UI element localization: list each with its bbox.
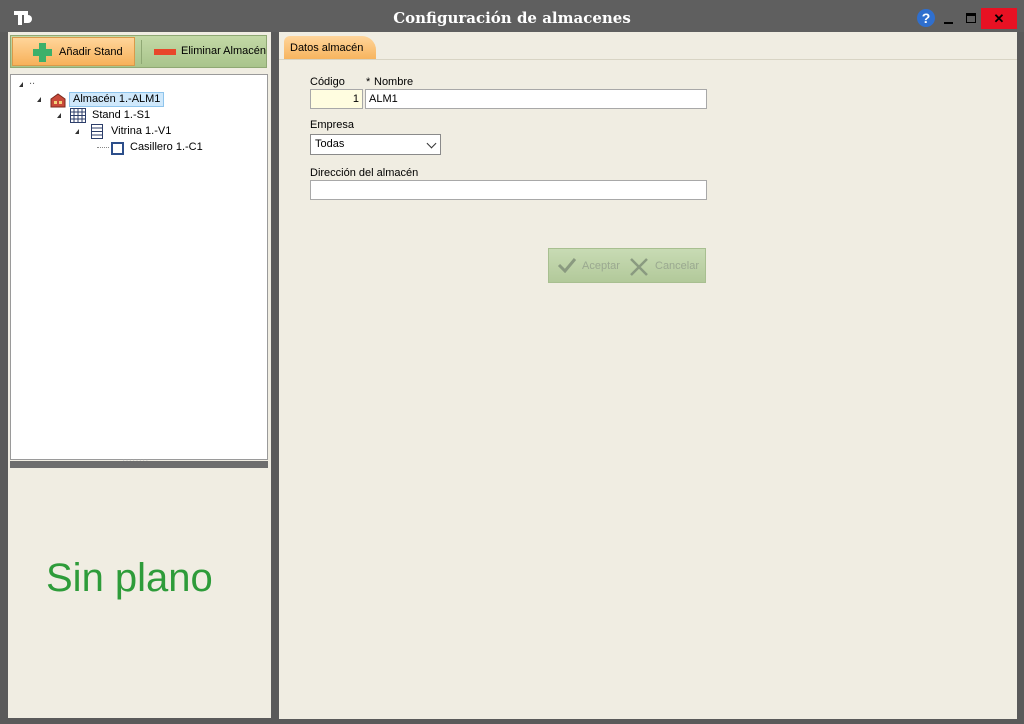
code-field[interactable]: 1 — [310, 89, 363, 109]
cancel-button[interactable]: Cancelar — [624, 249, 706, 282]
tree-node-label: Stand 1.-S1 — [92, 109, 151, 121]
horizontal-splitter[interactable] — [10, 455, 268, 468]
close-button[interactable]: ✕ — [981, 8, 1017, 29]
minus-icon — [154, 49, 176, 55]
expand-arrow-icon[interactable] — [57, 113, 61, 118]
tree-toolbar: Añadir Stand Eliminar Almacén — [10, 35, 267, 68]
add-stand-button[interactable]: Añadir Stand — [12, 37, 135, 66]
required-mark: * — [366, 76, 371, 88]
check-icon — [557, 258, 577, 273]
delete-warehouse-label: Eliminar Almacén — [181, 45, 266, 57]
tab-datos-almacen[interactable]: Datos almacén — [284, 36, 376, 59]
square-icon — [111, 142, 124, 155]
minimize-button[interactable] — [940, 8, 958, 26]
tree-node-label: Vitrina 1.-V1 — [111, 125, 172, 137]
tree-node-label: Casillero 1.-C1 — [130, 141, 203, 153]
name-label: Nombre — [374, 76, 414, 88]
plan-area: Sin plano — [10, 468, 268, 716]
tree-connector — [97, 147, 109, 148]
shelf-icon — [91, 124, 103, 139]
grid-icon — [70, 108, 86, 123]
action-buttons: Aceptar Cancelar — [548, 248, 706, 283]
right-panel: Datos almacén Código * Nombre 1 ALM1 Emp… — [279, 32, 1017, 719]
chevron-down-icon — [426, 138, 437, 149]
accept-button[interactable]: Aceptar — [549, 249, 624, 282]
address-label: Dirección del almacén — [310, 167, 419, 179]
tree-node-label: Almacén 1.-ALM1 — [69, 92, 165, 107]
company-select-value: Todas — [315, 138, 345, 150]
cancel-label: Cancelar — [655, 260, 700, 272]
delete-warehouse-button[interactable]: Eliminar Almacén — [144, 37, 266, 66]
toolbar-separator — [141, 40, 142, 64]
maximize-button[interactable] — [962, 8, 980, 26]
warehouse-icon — [50, 93, 66, 108]
title-bar: Configuración de almacenes ? ✕ — [0, 0, 1024, 32]
help-button[interactable]: ? — [917, 9, 935, 27]
company-label: Empresa — [310, 119, 355, 131]
name-field[interactable]: ALM1 — [365, 89, 707, 109]
plus-icon — [33, 43, 52, 62]
code-label: Código — [310, 76, 345, 88]
expand-arrow-icon[interactable] — [37, 97, 41, 102]
address-field[interactable] — [310, 180, 707, 200]
tab-content: Código * Nombre 1 ALM1 Empresa Todas Dir… — [279, 59, 1017, 719]
expand-arrow-icon[interactable] — [75, 129, 79, 134]
close-icon — [630, 258, 648, 276]
no-plan-message: Sin plano — [46, 556, 213, 600]
add-stand-label: Añadir Stand — [59, 46, 123, 58]
vertical-splitter[interactable] — [271, 32, 279, 718]
tab-label: Datos almacén — [290, 42, 364, 54]
left-panel: Añadir Stand Eliminar Almacén .. Almacén… — [8, 32, 271, 718]
tree-root-label: .. — [29, 75, 36, 87]
warehouse-tree[interactable]: .. Almacén 1.-ALM1 Stand 1.-S1 Vitrina 1… — [10, 74, 268, 460]
window-title: Configuración de almacenes — [393, 9, 631, 27]
expand-arrow-icon[interactable] — [19, 82, 23, 87]
company-select[interactable]: Todas — [310, 134, 441, 155]
accept-label: Aceptar — [582, 260, 620, 272]
